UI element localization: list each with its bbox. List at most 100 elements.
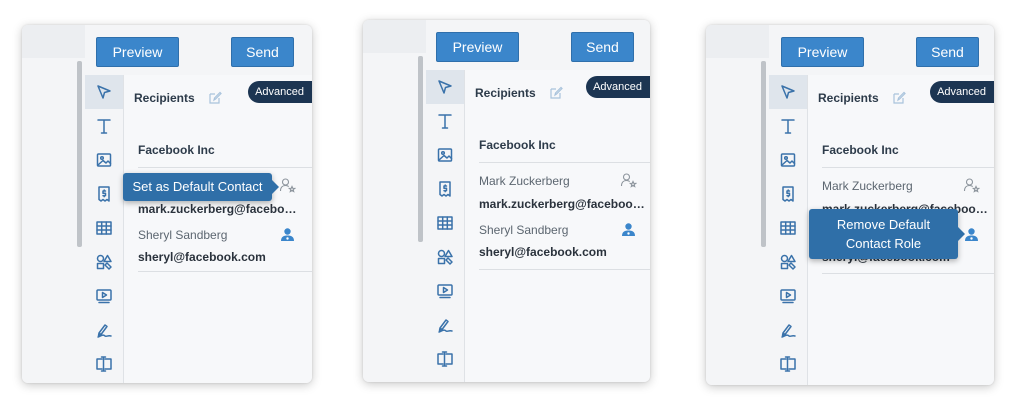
divider bbox=[479, 162, 650, 163]
tool-pointer[interactable] bbox=[769, 75, 807, 109]
scrollbar[interactable] bbox=[77, 61, 82, 247]
pointer-icon bbox=[438, 80, 452, 94]
preview-button[interactable]: Preview bbox=[436, 32, 519, 62]
tool-text-field[interactable] bbox=[769, 347, 807, 381]
default-contact-icon[interactable] bbox=[963, 226, 980, 243]
edit-icon[interactable] bbox=[892, 91, 906, 105]
default-contact-icon[interactable] bbox=[620, 221, 637, 238]
edit-icon[interactable] bbox=[549, 86, 563, 100]
panel-default: Preview Send Recipients Advanced Faceboo… bbox=[363, 20, 650, 382]
canvas-strip bbox=[22, 25, 85, 383]
signature-icon bbox=[97, 324, 112, 338]
canvas-strip bbox=[706, 25, 769, 385]
signature-icon bbox=[781, 324, 796, 338]
video-icon bbox=[780, 289, 796, 304]
table-icon bbox=[437, 216, 453, 230]
tool-text-field[interactable] bbox=[85, 347, 123, 381]
divider bbox=[822, 167, 994, 168]
contact-name: Sheryl Sandberg bbox=[138, 228, 228, 242]
text-icon bbox=[97, 119, 111, 134]
text-icon bbox=[438, 114, 452, 129]
pricing-icon bbox=[98, 186, 110, 202]
contact-star-icon[interactable] bbox=[963, 177, 980, 194]
tool-shapes[interactable] bbox=[769, 245, 807, 279]
image-icon bbox=[96, 153, 112, 167]
tool-shapes[interactable] bbox=[426, 240, 464, 274]
tool-signature[interactable] bbox=[85, 313, 123, 347]
tool-pricing[interactable] bbox=[85, 177, 123, 211]
tool-image[interactable] bbox=[769, 143, 807, 177]
tool-table[interactable] bbox=[426, 206, 464, 240]
company-name: Facebook Inc bbox=[138, 143, 215, 157]
tool-sidebar bbox=[426, 70, 465, 382]
panel-remove-default: Preview Send Recipients Advanced Faceboo… bbox=[706, 25, 994, 385]
advanced-badge[interactable]: Advanced bbox=[930, 81, 994, 103]
top-toolbar: Preview Send bbox=[426, 20, 650, 71]
send-button[interactable]: Send bbox=[571, 32, 634, 62]
tooltip-line: Contact Role bbox=[845, 236, 922, 251]
default-contact-icon[interactable] bbox=[279, 226, 296, 243]
contact-email: sheryl@facebook.com bbox=[479, 245, 607, 259]
recipients-panel: Recipients Advanced Facebook Inc Mark Zu… bbox=[124, 75, 312, 383]
tool-text[interactable] bbox=[769, 109, 807, 143]
divider bbox=[138, 271, 312, 272]
contact-email: mark.zuckerberg@facebook.com bbox=[479, 197, 647, 211]
advanced-badge[interactable]: Advanced bbox=[586, 76, 650, 98]
tool-image[interactable] bbox=[85, 143, 123, 177]
contact-star-icon[interactable] bbox=[620, 172, 637, 189]
contact-name: Mark Zuckerberg bbox=[822, 179, 913, 193]
edit-icon[interactable] bbox=[208, 91, 222, 105]
tool-text-field[interactable] bbox=[426, 342, 464, 376]
tool-video[interactable] bbox=[85, 279, 123, 313]
divider bbox=[822, 273, 994, 274]
tool-video[interactable] bbox=[769, 279, 807, 313]
scrollbar[interactable] bbox=[761, 61, 766, 247]
tool-table[interactable] bbox=[769, 211, 807, 245]
company-name: Facebook Inc bbox=[479, 138, 556, 152]
table-icon bbox=[780, 221, 796, 235]
contact-name: Mark Zuckerberg bbox=[479, 174, 570, 188]
preview-button[interactable]: Preview bbox=[96, 37, 179, 67]
panel-set-default: Preview Send Recipients Advanced Faceboo… bbox=[22, 25, 312, 383]
tool-text[interactable] bbox=[85, 109, 123, 143]
tool-shapes[interactable] bbox=[85, 245, 123, 279]
recipients-label: Recipients bbox=[475, 86, 536, 100]
send-button[interactable]: Send bbox=[231, 37, 294, 67]
advanced-badge[interactable]: Advanced bbox=[248, 81, 312, 103]
top-toolbar: Preview Send bbox=[769, 25, 994, 76]
tool-table[interactable] bbox=[85, 211, 123, 245]
text-field-icon bbox=[96, 356, 112, 372]
tool-signature[interactable] bbox=[426, 308, 464, 342]
tool-signature[interactable] bbox=[769, 313, 807, 347]
tool-sidebar bbox=[769, 75, 808, 385]
send-button[interactable]: Send bbox=[916, 37, 979, 67]
pricing-icon bbox=[439, 181, 451, 197]
shapes-icon bbox=[437, 249, 453, 265]
tool-sidebar bbox=[85, 75, 124, 383]
scrollbar[interactable] bbox=[418, 56, 423, 242]
recipients-panel: Recipients Advanced Facebook Inc Mark Zu… bbox=[465, 70, 650, 382]
text-field-icon bbox=[437, 351, 453, 367]
canvas-strip bbox=[363, 20, 426, 382]
set-default-tooltip: Set as Default Contact bbox=[123, 173, 279, 201]
tool-pointer[interactable] bbox=[426, 70, 464, 104]
remove-default-tooltip: Remove Default Contact Role bbox=[809, 209, 965, 259]
tool-pricing[interactable] bbox=[426, 172, 464, 206]
recipients-label: Recipients bbox=[818, 91, 879, 105]
image-icon bbox=[780, 153, 796, 167]
text-field-icon bbox=[780, 356, 796, 372]
shapes-icon bbox=[780, 254, 796, 270]
tool-pointer[interactable] bbox=[85, 75, 123, 109]
tool-image[interactable] bbox=[426, 138, 464, 172]
tooltip-text: Set as Default Contact bbox=[132, 179, 263, 194]
table-icon bbox=[96, 221, 112, 235]
tool-text[interactable] bbox=[426, 104, 464, 138]
tool-video[interactable] bbox=[426, 274, 464, 308]
contact-star-icon[interactable] bbox=[279, 177, 296, 194]
pricing-icon bbox=[782, 186, 794, 202]
pointer-icon bbox=[781, 85, 795, 99]
preview-button[interactable]: Preview bbox=[781, 37, 864, 67]
shapes-icon bbox=[96, 254, 112, 270]
tool-pricing[interactable] bbox=[769, 177, 807, 211]
divider bbox=[479, 269, 650, 270]
